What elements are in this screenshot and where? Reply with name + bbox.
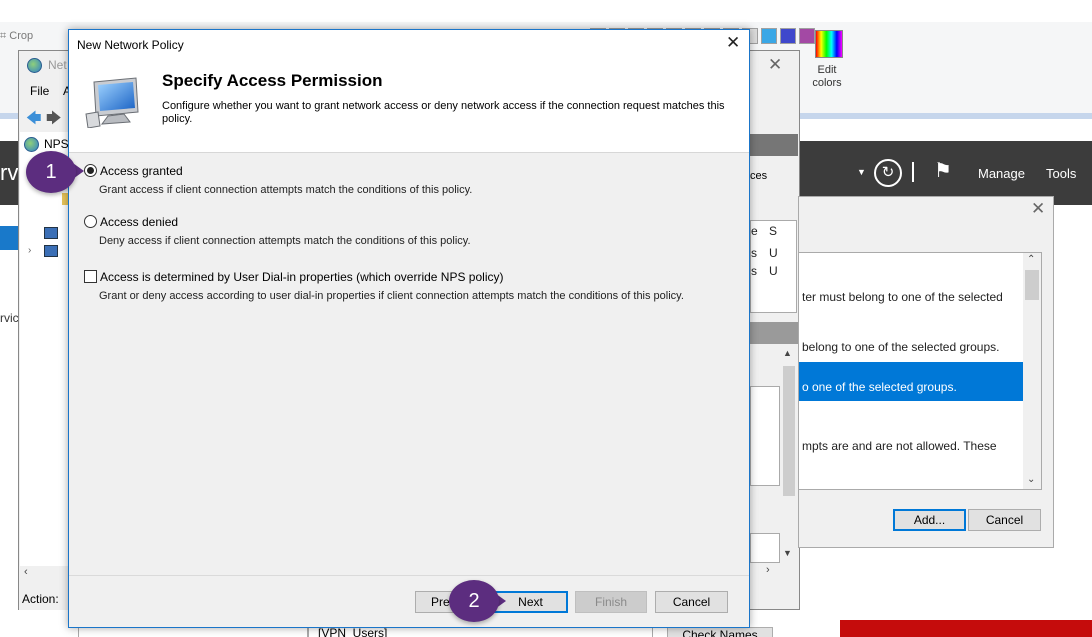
computer-monitor-icon: [85, 77, 139, 128]
nps-window-title: Net: [48, 58, 67, 72]
scroll-up-icon[interactable]: ▲: [783, 348, 792, 358]
scrollbar-thumb[interactable]: [1025, 270, 1039, 300]
access-denied-description: Deny access if client connection attempt…: [99, 235, 471, 247]
alert-banner: [840, 620, 1092, 637]
list-cell: S: [769, 224, 778, 238]
access-granted-radio[interactable]: [84, 164, 97, 177]
list-cell: s: [751, 246, 757, 260]
computer-icon: [44, 227, 58, 239]
panel-box: [750, 533, 780, 563]
paint-titlebar: [0, 0, 1092, 22]
list-item[interactable]: belong to one of the selected groups.: [802, 340, 999, 354]
list-cell: U: [769, 264, 778, 278]
page-description: Configure whether you want to grant netw…: [162, 100, 725, 125]
dial-in-label[interactable]: Access is determined by User Dial-in pro…: [100, 270, 503, 284]
access-denied-radio[interactable]: [84, 215, 97, 228]
sidebar-item-services[interactable]: rvic: [0, 311, 19, 325]
manage-menu[interactable]: Manage: [978, 166, 1025, 181]
list-item[interactable]: o one of the selected groups.: [802, 380, 957, 394]
refresh-icon[interactable]: ↻: [874, 159, 902, 187]
tools-menu[interactable]: Tools: [1046, 166, 1076, 181]
page-title: Specify Access Permission: [162, 71, 383, 90]
cancel-button[interactable]: Cancel: [968, 509, 1041, 531]
chevron-right-icon[interactable]: ›: [28, 245, 31, 256]
access-granted-description: Grant access if client connection attemp…: [99, 184, 473, 196]
nps-panel-header: [748, 134, 798, 156]
step-2-callout: 2: [449, 580, 499, 622]
color-swatch[interactable]: [761, 28, 777, 44]
back-arrow-icon[interactable]: 🡄: [26, 108, 42, 133]
edit-colors-button[interactable]: Edit colors: [812, 64, 842, 90]
forward-arrow-icon[interactable]: 🡆: [46, 108, 62, 133]
dial-in-description: Grant or deny access according to user d…: [99, 290, 684, 302]
access-denied-label[interactable]: Access denied: [100, 215, 178, 229]
list-cell: e: [751, 224, 758, 238]
computer-icon: [44, 245, 58, 257]
add-button[interactable]: Add...: [893, 509, 966, 531]
scroll-down-icon[interactable]: ▼: [783, 548, 792, 558]
color-swatch[interactable]: [799, 28, 815, 44]
check-names-button[interactable]: Check Names: [667, 627, 773, 637]
panel-divider: [748, 322, 798, 344]
flag-icon[interactable]: ⚑: [934, 158, 952, 183]
scroll-left-icon[interactable]: ‹: [24, 566, 28, 578]
finish-button[interactable]: Finish: [575, 591, 647, 613]
nps-list: e s s S U U: [750, 220, 797, 313]
scroll-right-icon[interactable]: ›: [766, 564, 770, 576]
scroll-up-icon[interactable]: ⌃: [1027, 254, 1035, 265]
crop-button[interactable]: ⌗ Crop: [0, 30, 33, 43]
chevron-down-icon[interactable]: ▼: [857, 167, 866, 177]
close-icon[interactable]: ✕: [1031, 199, 1045, 219]
dial-in-checkbox[interactable]: [84, 270, 97, 283]
globe-icon: [27, 58, 42, 73]
separator: [912, 162, 914, 182]
scrollbar-thumb[interactable]: [783, 366, 795, 496]
edit-colors-icon[interactable]: [815, 30, 843, 58]
panel-label: ces: [750, 170, 768, 182]
dialog-title: New Network Policy: [77, 38, 184, 52]
panel-box: [750, 386, 780, 486]
list-item[interactable]: mpts are and are not allowed. These: [802, 439, 997, 453]
color-swatch[interactable]: [780, 28, 796, 44]
nps-server-icon: [24, 137, 39, 152]
step-1-callout: 1: [26, 151, 76, 193]
list-cell: U: [769, 246, 778, 260]
close-icon[interactable]: ✕: [768, 55, 782, 75]
close-icon[interactable]: ✕: [726, 33, 740, 53]
scroll-down-icon[interactable]: ⌄: [1027, 474, 1035, 485]
divider: [69, 575, 749, 576]
list-item[interactable]: ter must belong to one of the selected: [802, 290, 1003, 304]
sidebar-item-selected[interactable]: [0, 226, 18, 250]
menu-file[interactable]: File: [30, 84, 49, 98]
cancel-button[interactable]: Cancel: [655, 591, 728, 613]
tree-item-nps[interactable]: NPS: [44, 137, 69, 151]
access-granted-label[interactable]: Access granted: [100, 164, 183, 178]
status-action-text: Action:: [22, 592, 59, 606]
list-cell: s: [751, 264, 757, 278]
